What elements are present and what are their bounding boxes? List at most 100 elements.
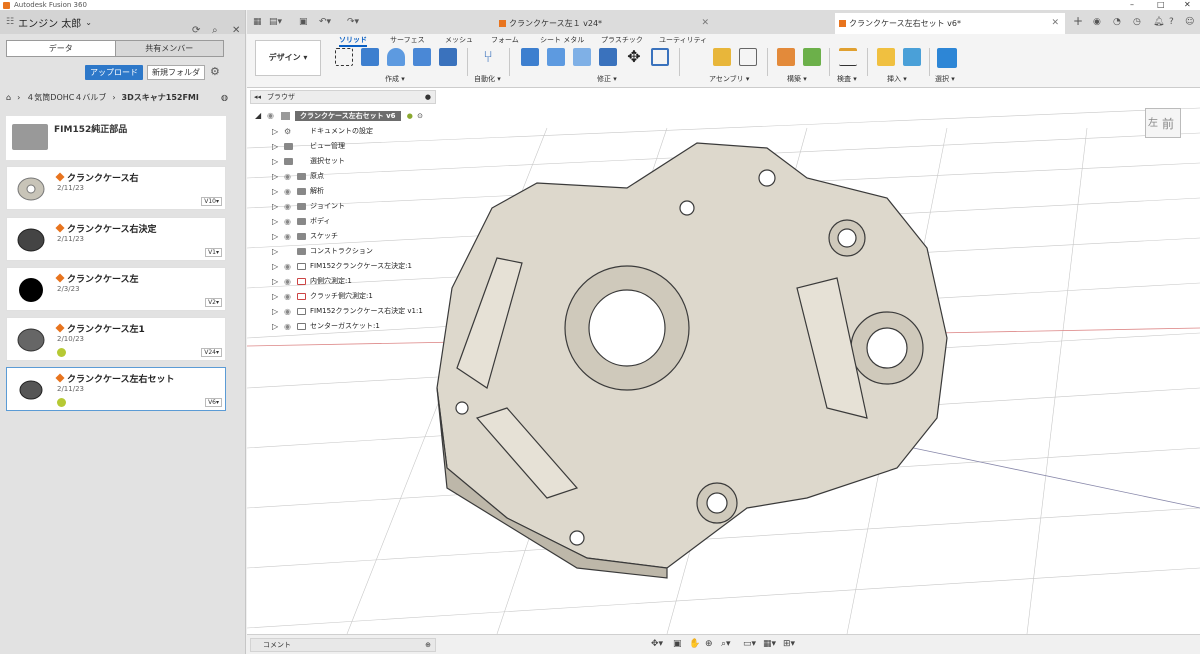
viewports-icon[interactable]: ⊞▾ <box>783 639 795 649</box>
expand-triangle-icon[interactable]: ▷ <box>272 259 278 274</box>
undo-icon[interactable]: ↶▾ <box>319 17 331 27</box>
tab-form[interactable]: フォーム <box>491 35 519 45</box>
tab-surface[interactable]: サーフェス <box>390 35 425 45</box>
eye-icon[interactable]: ◉ <box>284 319 291 334</box>
tab-document-2[interactable]: クランクケース左右セット v6* ✕ <box>835 13 1065 34</box>
file-item[interactable]: クランクケース左1 2/10/23 V24▾ <box>6 317 226 361</box>
browser-node[interactable]: ▷ ◉ 原点 <box>267 169 447 184</box>
insert-menu[interactable]: 挿入 ▾ <box>887 74 907 84</box>
search-icon[interactable]: ⌕ <box>212 25 218 36</box>
eye-icon[interactable]: ◉ <box>284 184 291 199</box>
save-icon[interactable]: ▣ <box>299 17 308 27</box>
browser-node[interactable]: ▷ ビュー管理 <box>267 139 447 154</box>
shell-icon[interactable] <box>599 48 617 66</box>
gear-icon[interactable]: ⚙ <box>210 65 220 78</box>
version-badge[interactable]: V1▾ <box>205 248 222 257</box>
expand-triangle-icon[interactable]: ▷ <box>272 139 278 154</box>
browser-node[interactable]: ▷ ◉ FIM152クランクケース左決定:1 <box>267 259 447 274</box>
look-at-icon[interactable]: ▣ <box>673 639 682 649</box>
select-icon[interactable] <box>937 48 957 68</box>
collapse-icon[interactable]: ◂◂ <box>254 91 261 103</box>
extensions-icon[interactable]: ◉ <box>1093 17 1101 27</box>
close-tab-icon[interactable]: ✕ <box>701 13 709 34</box>
view-cube-left-face[interactable]: 左 <box>1148 109 1158 139</box>
browser-node[interactable]: ▷ ◉ クラッチ側穴測定:1 <box>267 289 447 304</box>
assemble-menu[interactable]: アセンブリ ▾ <box>709 74 749 84</box>
expand-triangle-icon[interactable]: ▷ <box>272 319 278 334</box>
browser-node[interactable]: ▷ ◉ スケッチ <box>267 229 447 244</box>
avatar[interactable]: ☺ <box>1185 17 1194 27</box>
breadcrumb-item[interactable]: ４気筒DOHC４バルブ <box>26 92 106 103</box>
browser-node[interactable]: ▷ ◉ 内側穴測定:1 <box>267 274 447 289</box>
expand-triangle-icon[interactable]: ▷ <box>272 184 278 199</box>
sweep-icon[interactable] <box>413 48 431 66</box>
create-menu[interactable]: 作成 ▾ <box>385 74 405 84</box>
tab-members[interactable]: 共有メンバー <box>114 41 223 56</box>
file-item[interactable]: クランクケース右 2/11/23 V10▾ <box>6 166 226 210</box>
offset-plane-icon[interactable] <box>777 48 795 66</box>
browser-node[interactable]: ▷ ◉ 解析 <box>267 184 447 199</box>
expand-triangle-icon[interactable]: ▷ <box>272 154 278 169</box>
midplane-icon[interactable] <box>803 48 821 66</box>
expand-triangle-icon[interactable]: ▷ <box>272 289 278 304</box>
help-icon[interactable]: ? <box>1169 17 1174 27</box>
file-item-selected[interactable]: クランクケース左右セット 2/11/23 V6▾ <box>6 367 226 411</box>
construct-menu[interactable]: 構築 ▾ <box>787 74 807 84</box>
add-comment-icon[interactable]: ⊕ <box>425 639 431 651</box>
grid-icon[interactable]: ☷ <box>6 17 14 27</box>
tab-plastic[interactable]: プラスチック <box>601 35 643 45</box>
browser-node[interactable]: ▷ ◉ ボディ <box>267 214 447 229</box>
tab-document-1[interactable]: クランクケース左１ v24* ✕ <box>495 13 715 34</box>
canvas-viewport[interactable]: ◂◂ ブラウザ ● ◢ ◉ クランクケース左右セット v6 ● ⊙ ▷ ⚙ ドキュメ… <box>247 88 1200 634</box>
file-item[interactable]: クランクケース左 2/3/23 V2▾ <box>6 267 226 311</box>
create-sketch-icon[interactable] <box>335 48 353 66</box>
notification-icon[interactable]: 🔔︎ <box>1153 17 1164 27</box>
modify-menu[interactable]: 修正 ▾ <box>597 74 617 84</box>
collapse-triangle-icon[interactable]: ◢ <box>255 108 261 124</box>
expand-triangle-icon[interactable]: ▷ <box>272 169 278 184</box>
expand-triangle-icon[interactable]: ▷ <box>272 199 278 214</box>
pan-icon[interactable]: ✋ <box>689 639 700 649</box>
eye-icon[interactable]: ◉ <box>284 169 291 184</box>
expand-triangle-icon[interactable]: ▷ <box>272 214 278 229</box>
orbit-icon[interactable]: ✥▾ <box>651 639 663 649</box>
new-tab-icon[interactable]: + <box>1073 14 1083 28</box>
close-icon[interactable]: ✕ <box>232 25 240 36</box>
automate-menu[interactable]: 自動化 ▾ <box>474 74 501 84</box>
eye-icon[interactable]: ◉ <box>284 274 291 289</box>
grid-icon[interactable]: ▦ <box>253 17 262 27</box>
pin-icon[interactable]: ● <box>425 91 431 103</box>
refresh-icon[interactable]: ⟳ <box>192 25 200 36</box>
expand-triangle-icon[interactable]: ▷ <box>272 304 278 319</box>
redo-icon[interactable]: ↷▾ <box>347 17 359 27</box>
version-badge[interactable]: V24▾ <box>201 348 222 357</box>
tab-data[interactable]: データ <box>7 41 115 56</box>
folder-item[interactable]: FIM152純正部品 <box>6 116 226 160</box>
version-badge[interactable]: V10▾ <box>201 197 222 206</box>
eye-icon[interactable]: ◉ <box>284 304 291 319</box>
eye-icon[interactable]: ◉ <box>284 199 291 214</box>
tab-mesh[interactable]: メッシュ <box>445 35 473 45</box>
expand-triangle-icon[interactable]: ▷ <box>272 124 278 139</box>
tab-utility[interactable]: ユーティリティ <box>659 35 707 45</box>
comments-panel[interactable]: コメント ⊕ <box>250 638 436 652</box>
eye-icon[interactable]: ◉ <box>284 214 291 229</box>
press-pull-icon[interactable] <box>521 48 539 66</box>
extrude-icon[interactable] <box>361 48 379 66</box>
workspace-switcher[interactable]: デザイン ▾ <box>255 40 321 76</box>
scale-icon[interactable] <box>651 48 669 66</box>
joint-icon[interactable] <box>739 48 757 66</box>
loft-icon[interactable] <box>439 48 457 66</box>
tab-solid[interactable]: ソリッド <box>339 35 367 47</box>
user-name[interactable]: エンジン 太郎 <box>18 15 81 30</box>
chamfer-icon[interactable] <box>573 48 591 66</box>
chevron-down-icon[interactable]: ⌄ <box>85 18 92 27</box>
zoom-window-icon[interactable]: ⌕▾ <box>721 639 731 649</box>
select-menu[interactable]: 選択 ▾ <box>935 74 955 84</box>
view-cube-front-face[interactable]: 前 <box>1162 109 1174 139</box>
automate-icon[interactable]: ⑂ <box>479 48 497 66</box>
job-status-icon[interactable]: ◔ <box>1113 17 1121 27</box>
file-menu-icon[interactable]: ▤▾ <box>269 17 282 27</box>
upload-button[interactable]: アップロード <box>85 65 143 80</box>
version-badge[interactable]: V6▾ <box>205 398 222 407</box>
